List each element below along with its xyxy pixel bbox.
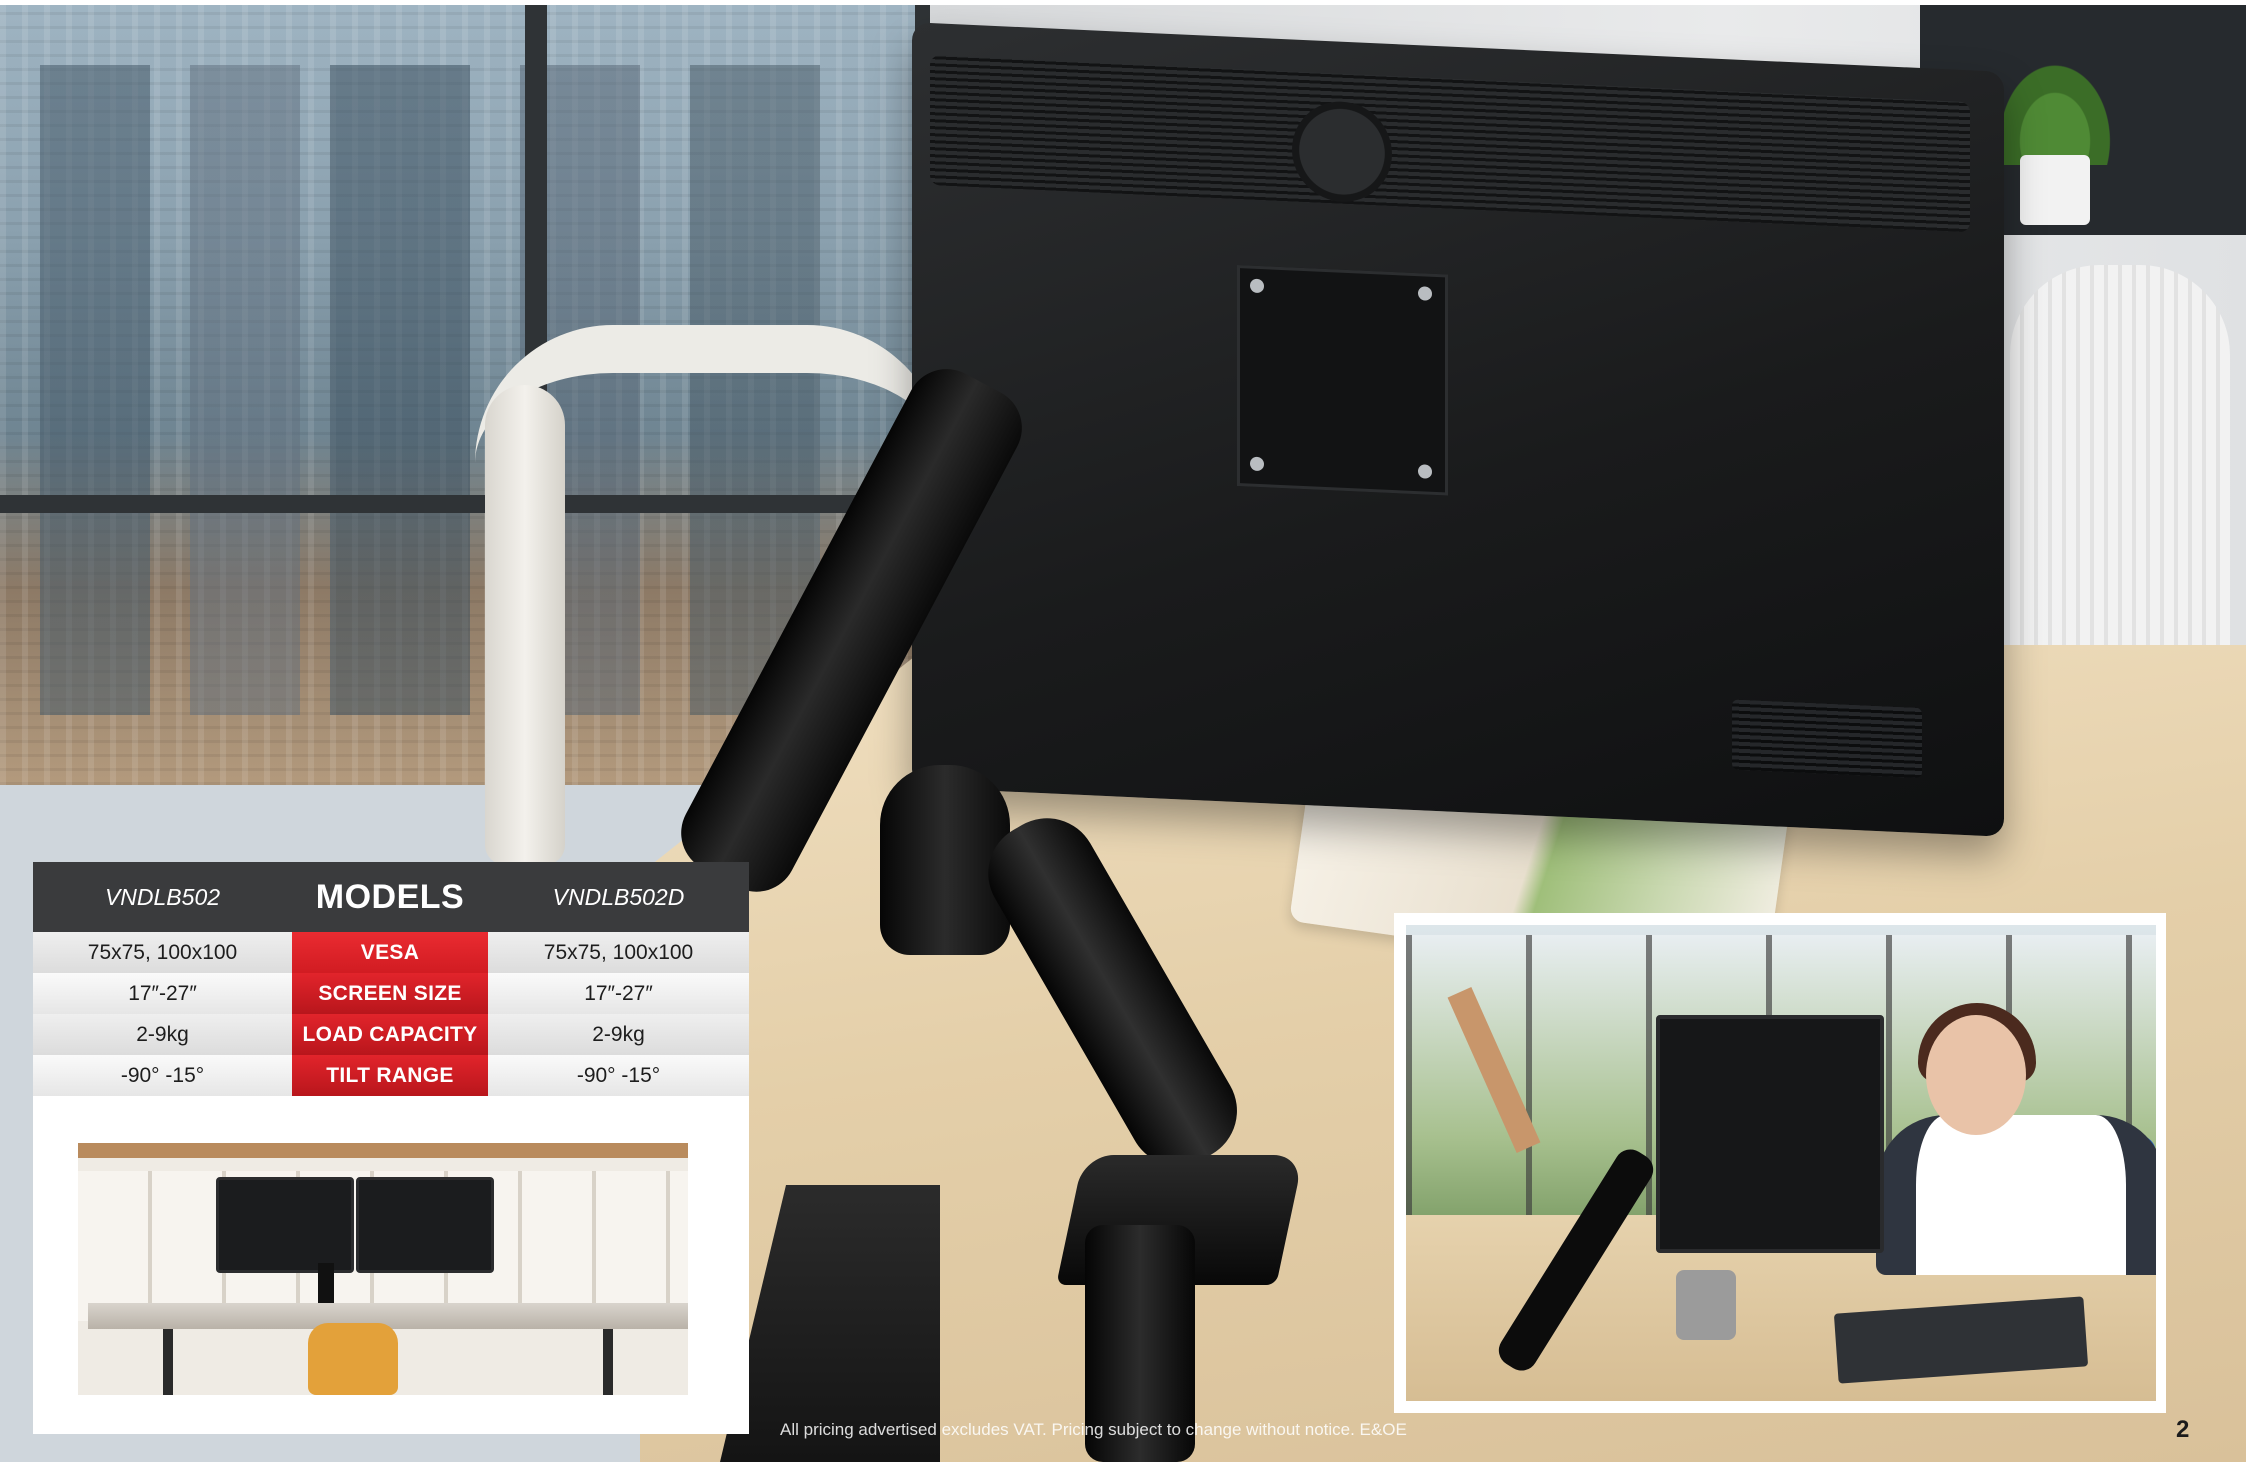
- person-head: [1926, 1015, 2026, 1135]
- spec-value-left: -90° -15°: [33, 1055, 292, 1096]
- spec-value-right: 2-9kg: [488, 1014, 749, 1055]
- model-name-left: VNDLB502: [33, 862, 292, 932]
- potted-plant: [1985, 45, 2125, 165]
- dual-monitor-photo: [78, 1143, 688, 1395]
- spec-value-right: -90° -15°: [488, 1055, 749, 1096]
- spec-value-left: 75x75, 100x100: [33, 932, 292, 973]
- monitor-rear: [216, 1177, 354, 1273]
- inset-photo-image: [1406, 925, 2156, 1401]
- vesa-plate: [1237, 264, 1448, 496]
- screw-icon: [1250, 278, 1264, 294]
- potted-plant: [1676, 1270, 1736, 1340]
- monitor-vents: [930, 55, 1970, 233]
- spec-value-right: 17″-27″: [488, 973, 749, 1014]
- model-name-right: VNDLB502D: [488, 862, 749, 932]
- monitor-rear: [356, 1177, 494, 1273]
- screw-icon: [1418, 464, 1432, 479]
- spec-row: 2-9kg LOAD CAPACITY 2-9kg: [33, 1014, 749, 1055]
- spec-row: 17″-27″ SCREEN SIZE 17″-27″: [33, 973, 749, 1014]
- monitor-side-vent: [1732, 699, 1922, 779]
- monitor-rear: [1656, 1015, 1884, 1253]
- spec-label: SCREEN SIZE: [292, 973, 488, 1014]
- spec-label: VESA: [292, 932, 488, 973]
- chair: [308, 1323, 398, 1395]
- spec-value-right: 75x75, 100x100: [488, 932, 749, 973]
- spec-value-left: 2-9kg: [33, 1014, 292, 1055]
- spec-header-row: VNDLB502 MODELS VNDLB502D: [33, 862, 749, 932]
- page-number: 2: [2176, 1416, 2190, 1443]
- pricing-disclaimer: All pricing advertised excludes VAT. Pri…: [780, 1420, 1407, 1439]
- plant-pot: [2020, 155, 2090, 225]
- screw-icon: [1250, 456, 1264, 472]
- spec-label: TILT RANGE: [292, 1055, 488, 1096]
- desk-leg: [603, 1329, 613, 1395]
- screw-icon: [1418, 286, 1432, 301]
- desk-lamp-stem: [485, 385, 565, 865]
- spec-card: VNDLB502 MODELS VNDLB502D 75x75, 100x100…: [33, 862, 749, 1434]
- window-frame: [0, 495, 930, 513]
- inset-lifestyle-photo: [1394, 913, 2166, 1413]
- desk-leg: [163, 1329, 173, 1395]
- spec-table: VNDLB502 MODELS VNDLB502D 75x75, 100x100…: [33, 862, 749, 1096]
- person: [1876, 1115, 2156, 1275]
- spec-row: -90° -15° TILT RANGE -90° -15°: [33, 1055, 749, 1096]
- spec-label: LOAD CAPACITY: [292, 1014, 488, 1055]
- spec-value-left: 17″-27″: [33, 973, 292, 1014]
- models-heading: MODELS: [292, 862, 488, 932]
- spec-row: 75x75, 100x100 VESA 75x75, 100x100: [33, 932, 749, 973]
- monitor-rear: [912, 22, 2004, 837]
